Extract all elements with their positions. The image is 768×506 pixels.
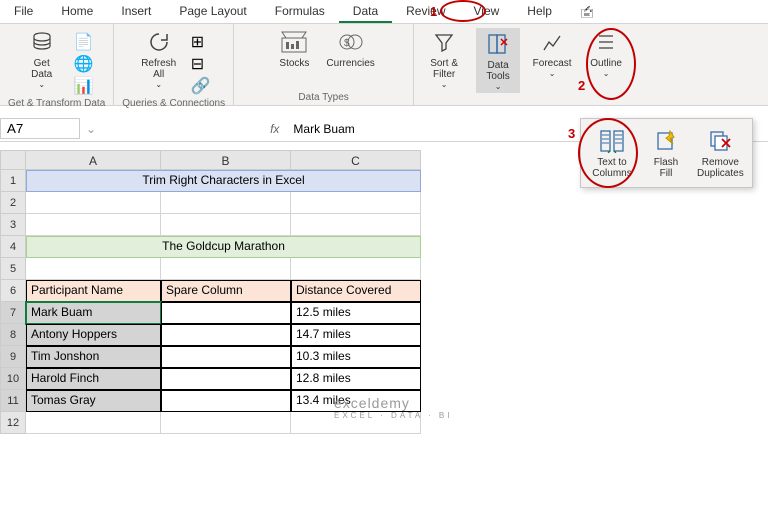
currencies-button[interactable]: $ Currencies: [326, 28, 374, 69]
cell[interactable]: 12.8 miles: [291, 368, 421, 390]
cell[interactable]: Tomas Gray: [26, 390, 161, 412]
cell[interactable]: 10.3 miles: [291, 346, 421, 368]
data-tools-icon: [484, 30, 512, 58]
refresh-icon: [145, 28, 173, 56]
group-label: Queries & Connections: [122, 96, 225, 111]
row-header[interactable]: 8: [0, 324, 26, 346]
row-header[interactable]: 12: [0, 412, 26, 434]
row-header[interactable]: 7: [0, 302, 26, 324]
row-header[interactable]: 5: [0, 258, 26, 280]
chevron-down-icon: ⌄: [549, 69, 556, 78]
flash-fill-icon: [652, 127, 680, 155]
cell[interactable]: 12.5 miles: [291, 302, 421, 324]
col-header-A[interactable]: A: [26, 150, 161, 170]
cell[interactable]: Harold Finch: [26, 368, 161, 390]
queries-icon[interactable]: ⊞: [191, 32, 211, 52]
tab-home[interactable]: Home: [47, 0, 107, 23]
ribbon-body: Get Data⌄ 📄 🌐 📊 Get & Transform Data Ref…: [0, 24, 768, 106]
stocks-icon: [280, 28, 308, 56]
tab-view[interactable]: View: [460, 0, 514, 23]
tab-file[interactable]: File: [0, 0, 47, 23]
tab-review[interactable]: Review: [392, 0, 459, 23]
data-tools-button[interactable]: Data Tools⌄: [476, 28, 520, 93]
from-text-icon[interactable]: 📄: [74, 32, 94, 52]
tab-help[interactable]: Help: [513, 0, 566, 23]
select-all-corner[interactable]: [0, 150, 26, 170]
fx-label[interactable]: fx: [262, 122, 287, 136]
text-to-columns-icon: [598, 127, 626, 155]
chevron-down-icon: ⌄: [38, 80, 45, 89]
row-header[interactable]: 4: [0, 236, 26, 258]
ribbon-tabs: File Home Insert Page Layout Formulas Da…: [0, 0, 768, 24]
row-header[interactable]: 6: [0, 280, 26, 302]
watermark: exceldemy EXCEL · DATA · BI: [334, 395, 452, 420]
cell[interactable]: [161, 324, 291, 346]
outline-icon: [592, 28, 620, 56]
remove-duplicates-button[interactable]: Remove Duplicates: [693, 123, 748, 183]
refresh-all-button[interactable]: Refresh All⌄: [137, 28, 181, 96]
row-header[interactable]: 3: [0, 214, 26, 236]
database-icon: [28, 28, 56, 56]
cell[interactable]: [161, 368, 291, 390]
from-web-icon[interactable]: 🌐: [74, 54, 94, 74]
svg-text:$: $: [344, 38, 350, 49]
cell[interactable]: Antony Hoppers: [26, 324, 161, 346]
share-icon: 🖆: [580, 6, 594, 20]
cell[interactable]: [161, 390, 291, 412]
chevron-down-icon: ⌄: [155, 80, 162, 89]
namebox-dropdown[interactable]: ⌄: [80, 122, 102, 136]
tab-data[interactable]: Data: [339, 0, 392, 23]
remove-duplicates-icon: [706, 127, 734, 155]
title-cell[interactable]: Trim Right Characters in Excel: [26, 170, 421, 192]
funnel-icon: [430, 28, 458, 56]
data-tools-dropdown: Text to Columns Flash Fill Remove Duplic…: [580, 118, 753, 188]
from-table-icon[interactable]: 📊: [74, 76, 94, 96]
forecast-icon: [538, 28, 566, 56]
cell[interactable]: Tim Jonshon: [26, 346, 161, 368]
text-to-columns-button[interactable]: Text to Columns: [585, 123, 639, 183]
currencies-icon: $: [337, 28, 365, 56]
subtitle-cell[interactable]: The Goldcup Marathon: [26, 236, 421, 258]
get-data-button[interactable]: Get Data⌄: [20, 28, 64, 96]
sort-filter-button[interactable]: Sort & Filter⌄: [422, 28, 466, 93]
header-cell[interactable]: Distance Covered: [291, 280, 421, 302]
cell[interactable]: [161, 302, 291, 324]
name-box[interactable]: [0, 118, 80, 139]
header-cell[interactable]: Participant Name: [26, 280, 161, 302]
cell[interactable]: 14.7 miles: [291, 324, 421, 346]
row-header[interactable]: 9: [0, 346, 26, 368]
chevron-down-icon: ⌄: [495, 82, 502, 91]
flash-fill-button[interactable]: Flash Fill: [639, 123, 693, 183]
col-header-B[interactable]: B: [161, 150, 291, 170]
tab-insert[interactable]: Insert: [107, 0, 165, 23]
header-cell[interactable]: Spare Column: [161, 280, 291, 302]
group-label: Get & Transform Data: [8, 96, 105, 111]
row-header[interactable]: 2: [0, 192, 26, 214]
row-header[interactable]: 11: [0, 390, 26, 412]
tab-pagelayout[interactable]: Page Layout: [165, 0, 260, 23]
chevron-down-icon: ⌄: [603, 69, 610, 78]
tab-formulas[interactable]: Formulas: [261, 0, 339, 23]
forecast-button[interactable]: Forecast⌄: [530, 28, 574, 93]
tab-share[interactable]: 🖆: [566, 0, 608, 23]
row-header[interactable]: 10: [0, 368, 26, 390]
cell[interactable]: Mark Buam: [26, 302, 161, 324]
stocks-button[interactable]: Stocks: [272, 28, 316, 69]
chevron-down-icon: ⌄: [441, 80, 448, 89]
properties-icon[interactable]: ⊟: [191, 54, 211, 74]
cell[interactable]: [161, 346, 291, 368]
edit-links-icon[interactable]: 🔗: [191, 76, 211, 96]
outline-button[interactable]: Outline⌄: [584, 28, 628, 93]
col-header-C[interactable]: C: [291, 150, 421, 170]
group-label: Data Types: [298, 90, 348, 105]
row-header[interactable]: 1: [0, 170, 26, 192]
